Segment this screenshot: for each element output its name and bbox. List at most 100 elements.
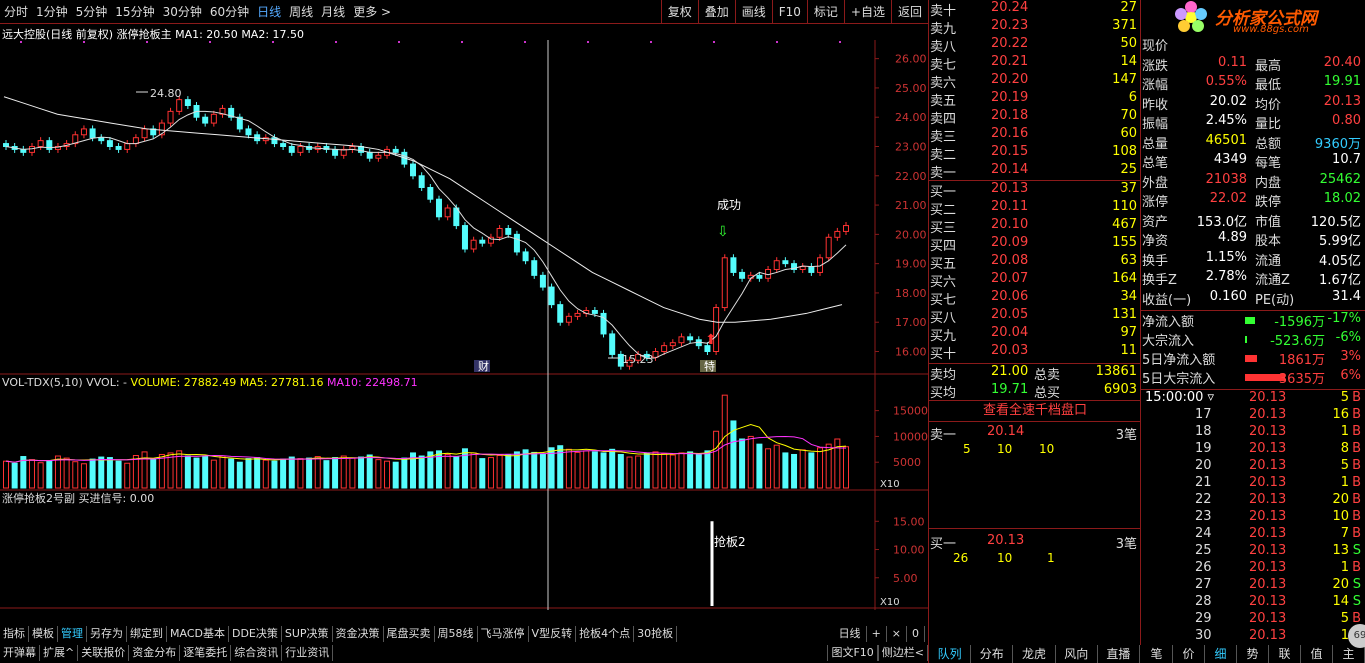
tick-row[interactable]: 22 20.13 20 B: [1141, 492, 1365, 509]
indicator-tab-2[interactable]: 管理: [58, 626, 87, 642]
indicator-tab-8[interactable]: 资金决策: [333, 626, 384, 642]
tick-row[interactable]: 15:00:00 ▿ 20.13 5 B: [1141, 390, 1365, 407]
bid-row[interactable]: 买二 20.11 110: [929, 199, 1141, 218]
bid-row[interactable]: 买九 20.04 97: [929, 325, 1141, 344]
indicator-tab-5[interactable]: MACD基本: [167, 626, 229, 642]
ask-row[interactable]: 卖四 20.18 70: [929, 108, 1141, 127]
indicator-tab-3[interactable]: 另存为: [87, 626, 127, 642]
overlay-button[interactable]: 叠加: [697, 0, 735, 24]
indicator-tab-1[interactable]: 模板: [29, 626, 58, 642]
bottom-tool-5[interactable]: 综合资讯: [231, 645, 283, 661]
mid-tab-2[interactable]: 龙虎: [1013, 645, 1056, 663]
quote-value2: 20.13: [1323, 93, 1361, 109]
tick-row[interactable]: 19 20.13 8 B: [1141, 441, 1365, 458]
mark-button[interactable]: 标记: [806, 0, 844, 24]
indicator-tab-7[interactable]: SUP决策: [282, 626, 333, 642]
indicator-tab-14[interactable]: 30抢板: [634, 626, 678, 642]
right-tab-0[interactable]: 笔: [1141, 645, 1173, 663]
indicator-tab-6[interactable]: DDE决策: [229, 626, 282, 642]
rights-adjust-button[interactable]: 复权: [660, 0, 698, 24]
bottom-tool-0[interactable]: 开弹幕: [0, 645, 40, 661]
bid-row[interactable]: 买一 20.13 37: [929, 181, 1141, 200]
period-daily[interactable]: 日线: [253, 3, 285, 20]
right-tab-3[interactable]: 势: [1237, 645, 1269, 663]
period-60min[interactable]: 60分钟: [206, 3, 253, 20]
full-depth-button[interactable]: 查看全速千档盘口: [929, 401, 1141, 421]
mid-tab-1[interactable]: 分布: [971, 645, 1014, 663]
bottom-right-tool-1[interactable]: 侧边栏<: [877, 645, 928, 661]
ask-row[interactable]: 卖六 20.20 147: [929, 72, 1141, 91]
volume-bar: [583, 450, 590, 489]
bottom-right-tool-0[interactable]: 图文F10: [827, 645, 878, 661]
bid-row[interactable]: 买三 20.10 467: [929, 217, 1141, 236]
period-1min[interactable]: 1分钟: [32, 3, 72, 20]
ask-row[interactable]: 卖九 20.23 371: [929, 18, 1141, 37]
period-15min[interactable]: 15分钟: [111, 3, 158, 20]
bid-row[interactable]: 买五 20.08 63: [929, 253, 1141, 272]
tick-row[interactable]: 17 20.13 16 B: [1141, 407, 1365, 424]
mid-tab-4[interactable]: 直播: [1098, 645, 1141, 663]
mid-tab-0[interactable]: 队列: [929, 645, 972, 663]
period-fenshi[interactable]: 分时: [0, 3, 32, 20]
add-watchlist-button[interactable]: +自选: [843, 0, 891, 24]
right-tab-2[interactable]: 细: [1205, 645, 1237, 663]
indicator-tab-11[interactable]: 飞马涨停: [478, 626, 529, 642]
ask-row[interactable]: 卖十 20.24 27: [929, 0, 1141, 19]
bottom-tool-6[interactable]: 行业资讯: [282, 645, 334, 661]
period-more[interactable]: 更多 >: [349, 3, 395, 20]
zoom-0[interactable]: 日线: [834, 626, 867, 642]
bottom-tool-4[interactable]: 逐笔委托: [180, 645, 232, 661]
indicator-tab-13[interactable]: 抢板4个点: [576, 626, 635, 642]
bottom-tool-1[interactable]: 扩展^: [40, 645, 79, 661]
bid-row[interactable]: 买六 20.07 164: [929, 271, 1141, 290]
tick-row[interactable]: 21 20.13 1 B: [1141, 475, 1365, 492]
bid-row[interactable]: 买四 20.09 155: [929, 235, 1141, 254]
tick-row[interactable]: 26 20.13 1 B: [1141, 560, 1365, 577]
tick-row[interactable]: 25 20.13 13 S: [1141, 543, 1365, 560]
indicator-tab-4[interactable]: 绑定到: [127, 626, 167, 642]
zoom-3[interactable]: 0: [907, 626, 925, 642]
right-tab-5[interactable]: 值: [1301, 645, 1333, 663]
tick-row[interactable]: 28 20.13 14 S: [1141, 594, 1365, 611]
period-weekly[interactable]: 周线: [285, 3, 317, 20]
ask-row[interactable]: 卖二 20.15 108: [929, 144, 1141, 163]
tick-row[interactable]: 24 20.13 7 B: [1141, 526, 1365, 543]
volume-bar: [245, 458, 252, 489]
zoom-2[interactable]: ×: [887, 626, 907, 642]
bid-row[interactable]: 买七 20.06 34: [929, 289, 1141, 308]
indicator-tab-10[interactable]: 周58线: [435, 626, 478, 642]
period-5min[interactable]: 5分钟: [72, 3, 112, 20]
indicator-tab-9[interactable]: 尾盘买卖: [384, 626, 435, 642]
ask-row[interactable]: 卖三 20.16 60: [929, 126, 1141, 145]
period-30min[interactable]: 30分钟: [159, 3, 206, 20]
tick-list[interactable]: 15:00:00 ▿ 20.13 5 B 17 20.13 16 B 18 20.13 1 B 19 20…: [1141, 390, 1365, 645]
tick-row[interactable]: 27 20.13 20 S: [1141, 577, 1365, 594]
kline-chart[interactable]: 26.00 25.00 24.00 23.00 22.00 21.00 20.00 19.00…: [0, 40, 928, 610]
indicator-tab-12[interactable]: V型反转: [529, 626, 577, 642]
indicator-tab-0[interactable]: 指标: [0, 626, 29, 642]
ask-row[interactable]: 卖一 20.14 25: [929, 162, 1141, 181]
mid-tab-3[interactable]: 风向: [1056, 645, 1098, 663]
ask-row[interactable]: 卖五 20.19 6: [929, 90, 1141, 109]
tick-row[interactable]: 29 20.13 5 B: [1141, 611, 1365, 628]
tick-row[interactable]: 3020.131S: [1141, 628, 1365, 645]
volume-bar: [643, 452, 650, 489]
f10-button[interactable]: F10: [771, 0, 807, 24]
badge[interactable]: 69: [1348, 624, 1365, 648]
volume-bar: [713, 430, 720, 489]
bottom-tool-3[interactable]: 资金分布: [129, 645, 181, 661]
period-monthly[interactable]: 月线: [317, 3, 349, 20]
draw-line-button[interactable]: 画线: [734, 0, 772, 24]
zoom-1[interactable]: +: [867, 626, 887, 642]
bottom-tool-2[interactable]: 关联报价: [78, 645, 130, 661]
bid-row[interactable]: 买十 20.03 11: [929, 343, 1141, 362]
right-tab-1[interactable]: 价: [1173, 645, 1205, 663]
bid-row[interactable]: 买八 20.05 131: [929, 307, 1141, 326]
right-tab-4[interactable]: 联: [1269, 645, 1301, 663]
tick-row[interactable]: 20 20.13 5 B: [1141, 458, 1365, 475]
tick-row[interactable]: 23 20.13 10 B: [1141, 509, 1365, 526]
tick-row[interactable]: 18 20.13 1 B: [1141, 424, 1365, 441]
ask-row[interactable]: 卖七 20.21 14: [929, 54, 1141, 73]
ask-row[interactable]: 卖八 20.22 50: [929, 36, 1141, 55]
back-button[interactable]: 返回: [890, 0, 928, 24]
